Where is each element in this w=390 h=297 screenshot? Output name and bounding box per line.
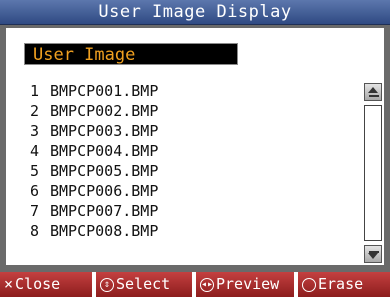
- item-number: 6: [30, 182, 40, 200]
- close-button[interactable]: × Close: [0, 272, 92, 297]
- arrow-up-icon: [368, 87, 378, 93]
- scroll-up-button[interactable]: [364, 83, 382, 101]
- file-name: BMPCP008.BMP: [50, 222, 159, 240]
- preview-label: Preview: [216, 275, 280, 293]
- item-number: 5: [30, 162, 40, 180]
- item-number: 2: [30, 102, 40, 120]
- list-item[interactable]: 6 BMPCP006.BMP: [24, 181, 364, 201]
- arrow-up-bar-icon: [369, 95, 379, 97]
- select-label: Select: [116, 275, 171, 293]
- screen-frame: User Image Display User Image 1 BMPCP001.…: [0, 0, 390, 297]
- scrollbar[interactable]: [364, 83, 382, 263]
- preview-button[interactable]: ◂▸ Preview: [196, 272, 294, 297]
- select-dial-icon: ⇕: [100, 277, 114, 292]
- erase-button[interactable]: Erase: [298, 272, 390, 297]
- file-name: BMPCP007.BMP: [50, 202, 159, 220]
- list-item[interactable]: 1 BMPCP001.BMP: [24, 81, 364, 101]
- list-item[interactable]: 4 BMPCP004.BMP: [24, 141, 364, 161]
- list-item[interactable]: 5 BMPCP005.BMP: [24, 161, 364, 181]
- list-item[interactable]: 8 BMPCP008.BMP: [24, 221, 364, 241]
- file-name: BMPCP001.BMP: [50, 82, 159, 100]
- file-name: BMPCP005.BMP: [50, 162, 159, 180]
- folder-label: User Image: [24, 43, 238, 65]
- arrow-down-icon: [368, 253, 378, 259]
- window-title: User Image Display: [0, 0, 390, 25]
- arrow-down-bar-icon: [369, 251, 379, 253]
- item-number: 8: [30, 222, 40, 240]
- erase-label: Erase: [318, 275, 364, 293]
- item-number: 1: [30, 82, 40, 100]
- item-number: 7: [30, 202, 40, 220]
- scroll-down-button[interactable]: [364, 245, 382, 263]
- select-button[interactable]: ⇕ Select: [96, 272, 192, 297]
- file-name: BMPCP002.BMP: [50, 102, 159, 120]
- file-name: BMPCP003.BMP: [50, 122, 159, 140]
- list-item[interactable]: 2 BMPCP002.BMP: [24, 101, 364, 121]
- item-number: 3: [30, 122, 40, 140]
- file-name: BMPCP004.BMP: [50, 142, 159, 160]
- scroll-track[interactable]: [364, 105, 382, 241]
- close-label: Close: [15, 275, 61, 293]
- preview-dial-icon: ◂▸: [200, 277, 214, 292]
- list-item[interactable]: 7 BMPCP007.BMP: [24, 201, 364, 221]
- list-item[interactable]: 3 BMPCP003.BMP: [24, 121, 364, 141]
- file-list: 1 BMPCP001.BMP 2 BMPCP002.BMP 3 BMPCP003.BM…: [24, 81, 364, 241]
- close-icon: ×: [4, 275, 14, 293]
- item-number: 4: [30, 142, 40, 160]
- erase-circle-icon: [302, 277, 316, 292]
- file-name: BMPCP006.BMP: [50, 182, 159, 200]
